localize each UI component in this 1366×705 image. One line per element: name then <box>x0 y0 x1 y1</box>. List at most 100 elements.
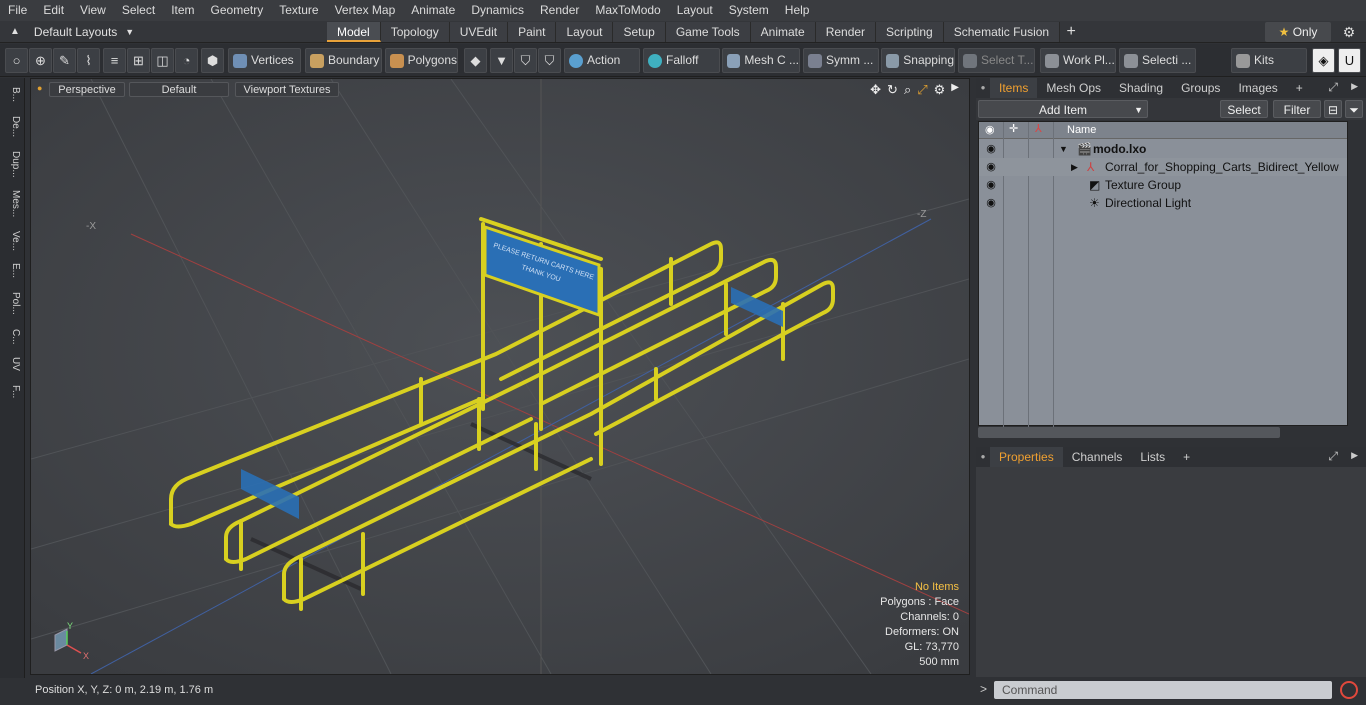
expand-arrow-icon[interactable]: ▶ <box>1071 158 1078 176</box>
tab-images[interactable]: Images <box>1229 78 1286 98</box>
polygons-button[interactable]: Polygons <box>385 48 458 73</box>
eye-icon[interactable]: ◉ <box>982 194 1000 212</box>
tab-scripting[interactable]: Scripting <box>876 22 944 42</box>
boundary-button[interactable]: Boundary <box>305 48 382 73</box>
menu-vertex-map[interactable]: Vertex Map <box>327 0 404 21</box>
add-item-button[interactable]: Add Item ▼ <box>978 100 1148 118</box>
pen-icon[interactable]: ✎ <box>53 48 76 73</box>
unity-icon[interactable]: ◈ <box>1312 48 1335 73</box>
menu-dynamics[interactable]: Dynamics <box>463 0 532 21</box>
expand-icon[interactable]: ⤢ <box>1328 449 1338 464</box>
perspective-button[interactable]: Perspective <box>49 82 125 97</box>
align-icon[interactable]: ≡ <box>103 48 126 73</box>
vertices-button[interactable]: Vertices <box>228 48 301 73</box>
select-through-button[interactable]: Select T... <box>958 48 1035 73</box>
command-input[interactable]: Command <box>994 681 1332 699</box>
menu-file[interactable]: File <box>0 0 35 21</box>
tab-lists[interactable]: Lists <box>1131 447 1174 467</box>
filter-button[interactable]: Filter <box>1273 100 1321 118</box>
collapse-icon[interactable]: ⊟ <box>1324 100 1342 118</box>
menu-layout[interactable]: Layout <box>669 0 721 21</box>
left-tab-basic[interactable]: B... <box>3 82 21 108</box>
menu-animate[interactable]: Animate <box>403 0 463 21</box>
expand-arrow-icon[interactable]: ▼ <box>1059 140 1068 158</box>
move-icon[interactable]: ✥ <box>870 82 881 98</box>
selection-sets-button[interactable]: Selecti ... <box>1119 48 1196 73</box>
menu-edit[interactable]: Edit <box>35 0 72 21</box>
tab-animate[interactable]: Animate <box>750 22 816 42</box>
settings-icon[interactable]: ⚙ <box>934 82 946 98</box>
menu-help[interactable]: Help <box>777 0 818 21</box>
circle-select-icon[interactable]: ○ <box>5 48 28 73</box>
tab-setup[interactable]: Setup <box>613 22 666 42</box>
left-tab-duplicate[interactable]: Dup... <box>3 146 21 182</box>
maximize-icon[interactable]: ⤢ <box>917 82 927 98</box>
view-shield-icon[interactable]: ⛉ <box>514 48 537 73</box>
crosshair-icon[interactable]: ⊞ <box>127 48 150 73</box>
expand-icon[interactable]: ⤢ <box>1328 80 1338 95</box>
left-tab-uv[interactable]: UV <box>3 354 21 374</box>
tab-render[interactable]: Render <box>815 22 877 42</box>
shield-icon[interactable]: ⬢ <box>201 48 224 73</box>
tab-items[interactable]: Items <box>990 78 1038 98</box>
left-tab-vertex[interactable]: Ve... <box>3 226 21 256</box>
eye-icon[interactable]: ◉ <box>982 176 1000 194</box>
menu-system[interactable]: System <box>721 0 777 21</box>
menu-texture[interactable]: Texture <box>271 0 326 21</box>
menu-view[interactable]: View <box>72 0 114 21</box>
symmetry-button[interactable]: Symm ... <box>803 48 879 73</box>
view-shield2-icon[interactable]: ⛉ <box>538 48 561 73</box>
tab-schematic-fusion[interactable]: Schematic Fusion <box>943 22 1061 42</box>
zoom-icon[interactable]: ⌕ <box>904 82 911 98</box>
select-button[interactable]: Select <box>1220 100 1268 118</box>
snapping-button[interactable]: Snapping <box>881 48 955 73</box>
left-tab-polygon[interactable]: Pol... <box>3 286 21 320</box>
kits-button[interactable]: Kits <box>1231 48 1307 73</box>
eye-icon[interactable]: ◉ <box>982 158 1000 176</box>
tab-paint[interactable]: Paint <box>508 22 557 42</box>
globe-icon[interactable]: ⊕ <box>29 48 52 73</box>
tab-game-tools[interactable]: Game Tools <box>665 22 751 42</box>
add-panel-tab-icon[interactable]: + <box>1287 78 1312 98</box>
tab-properties[interactable]: Properties <box>990 447 1063 467</box>
only-button[interactable]: ★ Only <box>1265 22 1331 42</box>
viewport-textures-button[interactable]: Viewport Textures <box>235 82 339 97</box>
tree-row-light[interactable]: ◉ ☀ Directional Light <box>979 194 1347 212</box>
rotate-view-icon[interactable]: ↻ <box>887 82 898 98</box>
left-tab-fusion[interactable]: F... <box>3 378 21 406</box>
mesh-constraint-button[interactable]: Mesh C ... <box>722 48 800 73</box>
panel-menu-icon[interactable]: ▶ <box>1351 81 1358 92</box>
tab-model[interactable]: Model <box>327 22 381 42</box>
funnel-icon[interactable]: ⏷ <box>1345 100 1363 118</box>
record-icon[interactable] <box>1340 681 1358 699</box>
default-shading-button[interactable]: Default <box>129 82 229 97</box>
left-tab-mesh-edit[interactable]: Mes... <box>3 186 21 222</box>
left-tab-curve[interactable]: C... <box>3 324 21 350</box>
left-tab-edge[interactable]: E... <box>3 260 21 282</box>
tree-row-texture-group[interactable]: ◉ ◩ Texture Group <box>979 176 1347 194</box>
tab-shading[interactable]: Shading <box>1110 78 1172 98</box>
gear-icon[interactable]: ⚙ <box>1338 22 1360 42</box>
add-props-tab-icon[interactable]: + <box>1174 447 1199 467</box>
frame-icon[interactable]: ◫ <box>151 48 174 73</box>
chevron-down-icon[interactable]: ▼ <box>490 48 513 73</box>
eye-icon[interactable]: ◉ <box>982 140 1000 158</box>
tree-row-scene[interactable]: ◉ ▼ 🎬 modo.lxo <box>979 140 1347 158</box>
panel-menu-icon[interactable]: ▶ <box>1351 450 1358 461</box>
falloff-button[interactable]: Falloff <box>643 48 720 73</box>
tab-topology[interactable]: Topology <box>380 22 450 42</box>
menu-render[interactable]: Render <box>532 0 587 21</box>
menu-item[interactable]: Item <box>163 0 202 21</box>
tab-channels[interactable]: Channels <box>1063 447 1132 467</box>
tab-uvedit[interactable]: UVEdit <box>449 22 509 42</box>
unreal-icon[interactable]: U <box>1338 48 1361 73</box>
add-tab-icon[interactable]: + <box>1060 22 1082 42</box>
left-tab-deform[interactable]: De... <box>3 112 21 142</box>
tab-groups[interactable]: Groups <box>1172 78 1229 98</box>
tree-row-mesh[interactable]: ◉ ▶ ⅄ Corral_for_Shopping_Carts_Bidirect… <box>979 158 1347 176</box>
3d-viewport[interactable]: -X -Z PLEASE RETURN CARTS HERE THANK YOU… <box>30 78 970 675</box>
menu-select[interactable]: Select <box>114 0 163 21</box>
action-button[interactable]: Action <box>564 48 640 73</box>
work-plane-button[interactable]: Work Pl... <box>1040 48 1116 73</box>
tab-mesh-ops[interactable]: Mesh Ops <box>1037 78 1110 98</box>
